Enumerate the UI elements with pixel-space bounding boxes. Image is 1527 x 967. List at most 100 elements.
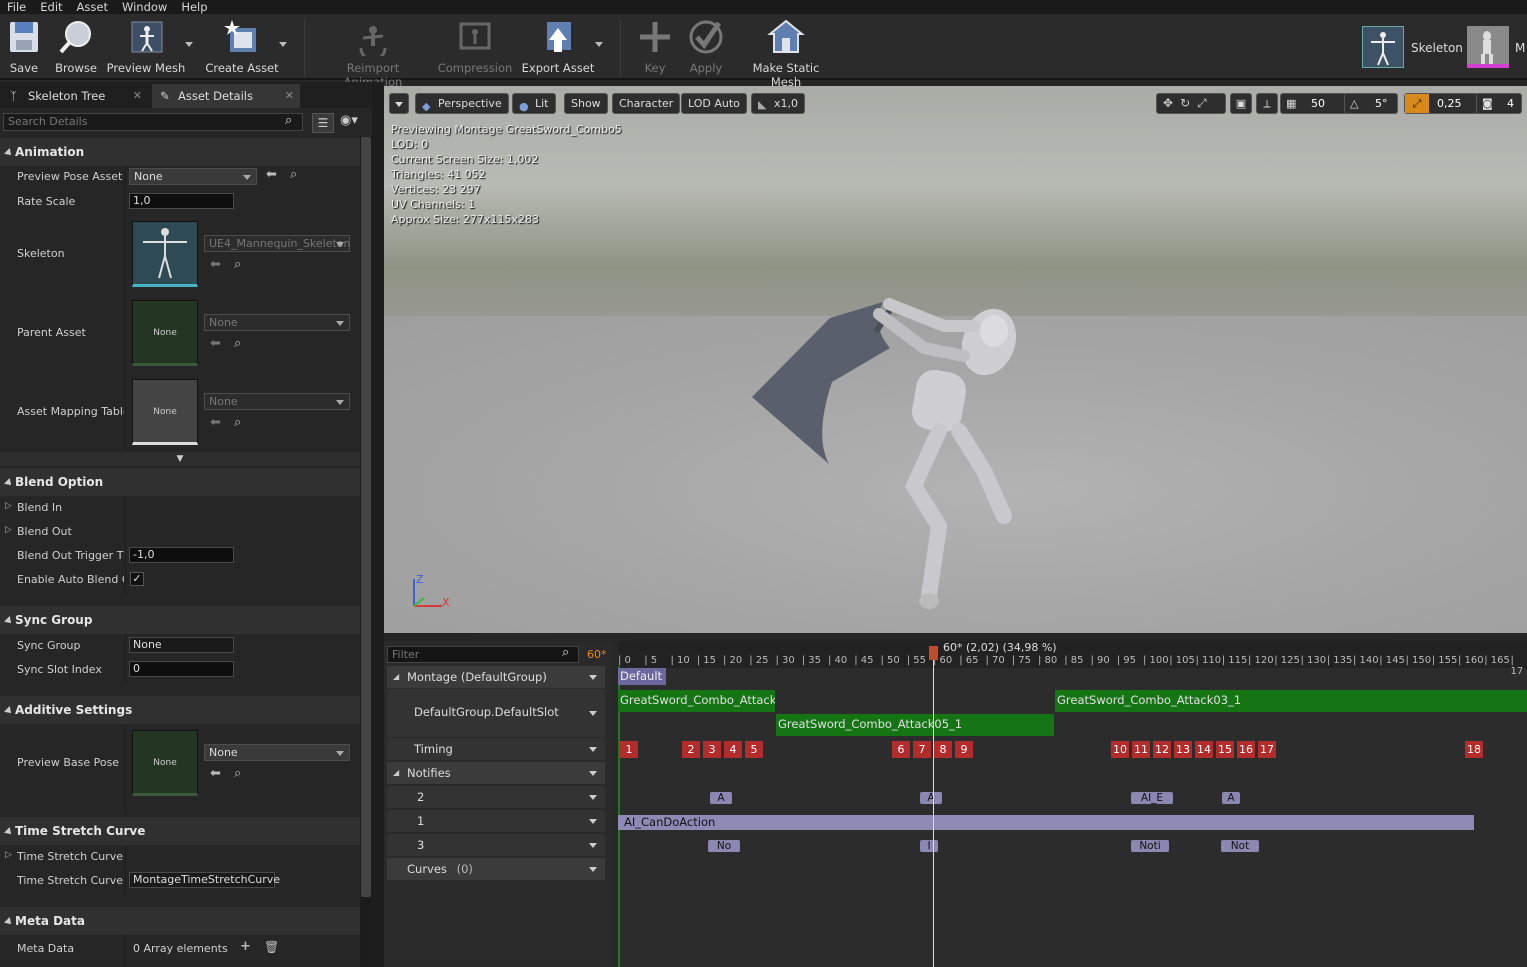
compression-button[interactable]: Compression — [436, 18, 514, 75]
lit-button[interactable]: ● Lit — [512, 93, 556, 114]
use-selected-arrow-icon[interactable]: ⬅ — [210, 336, 221, 351]
asset-mapping-thumbnail[interactable]: None — [132, 379, 198, 445]
enable-auto-blend-checkbox[interactable]: ✓ — [130, 572, 144, 586]
montage-segment[interactable]: GreatSword_Combo_Attack — [618, 690, 775, 712]
track-montage[interactable]: ◢ Montage (DefaultGroup) — [387, 666, 605, 688]
asset-mapping-combo[interactable]: None — [204, 393, 350, 410]
skeleton-combo[interactable]: UE4_Mannequin_Skeleton — [204, 235, 351, 252]
browse-search-icon[interactable]: ⌕ — [234, 336, 241, 351]
menu-asset[interactable]: Asset — [70, 0, 115, 14]
add-element-icon[interactable]: + — [240, 939, 251, 954]
timing-marker[interactable]: 13 — [1174, 741, 1192, 758]
timing-marker[interactable]: 3 — [703, 741, 721, 758]
timing-marker[interactable]: 14 — [1195, 741, 1213, 758]
timing-marker[interactable]: 6 — [892, 741, 910, 758]
timing-marker[interactable]: 10 — [1111, 741, 1129, 758]
track-filter-input[interactable]: Filter — [387, 646, 579, 663]
visibility-eye-icon[interactable]: ◉▾ — [340, 113, 358, 128]
apply-button[interactable]: Apply — [686, 18, 726, 75]
montage-segment[interactable]: GreatSword_Combo_Attack05_1 — [776, 714, 1054, 736]
timing-marker[interactable]: 8 — [934, 741, 952, 758]
timing-marker[interactable]: 17 — [1258, 741, 1276, 758]
browse-search-icon[interactable]: ⌕ — [234, 415, 241, 430]
menu-window[interactable]: Window — [115, 0, 174, 14]
track-notify-1[interactable]: 1 — [387, 810, 605, 832]
collapse-arrow-icon[interactable]: ◢ — [393, 762, 399, 784]
chevron-down-icon[interactable] — [589, 819, 597, 824]
timing-marker[interactable]: 11 — [1132, 741, 1150, 758]
grid-snap-group[interactable]: ▦ 50 — [1280, 93, 1352, 114]
skeleton-thumbnail[interactable] — [132, 221, 198, 287]
coordinate-system-button[interactable]: ▣ — [1230, 93, 1252, 114]
search-details-input[interactable]: Search Details — [3, 113, 303, 131]
tab-skeleton-tree[interactable]: ᛉ Skeleton Tree ✕ — [2, 84, 148, 108]
scrollbar-thumb[interactable] — [361, 137, 371, 897]
use-selected-arrow-icon[interactable]: ⬅ — [210, 415, 221, 430]
search-icon[interactable]: ⌕ — [562, 645, 569, 660]
advanced-expand-icon[interactable]: ▼ — [0, 452, 360, 466]
skeleton-mode-button[interactable] — [1362, 26, 1404, 68]
notify-item[interactable]: Noti — [1131, 840, 1169, 852]
tab-asset-details[interactable]: ✎ Asset Details ✕ — [152, 84, 300, 108]
close-icon[interactable]: ✕ — [285, 84, 294, 108]
translate-icon[interactable]: ✥ — [1163, 96, 1180, 110]
delete-trash-icon[interactable]: 🗑 — [264, 940, 279, 954]
timing-marker[interactable]: 5 — [745, 741, 763, 758]
timing-marker[interactable]: 16 — [1237, 741, 1255, 758]
chevron-down-icon[interactable] — [589, 867, 597, 872]
notify-item[interactable]: Not — [1221, 840, 1259, 852]
notify-item[interactable]: A — [1222, 792, 1240, 804]
chevron-down-icon[interactable] — [589, 711, 597, 716]
section-additive-settings[interactable]: Additive Settings — [0, 696, 360, 724]
preview-pose-asset-combo[interactable]: None — [129, 168, 257, 185]
rotate-icon[interactable]: ↻ — [1180, 96, 1197, 110]
rotation-snap-group[interactable]: △ 5° — [1344, 93, 1398, 114]
parent-asset-combo[interactable]: None — [204, 314, 350, 331]
notify-item[interactable]: AI_E — [1131, 792, 1173, 804]
export-asset-button[interactable]: Export Asset — [520, 18, 596, 75]
browse-search-icon[interactable]: ⌕ — [234, 766, 241, 781]
time-stretch-curve-name-input[interactable]: MontageTimeStretchCurve — [129, 872, 280, 888]
timeline-area[interactable]: | 0 | 5 | 10 | 15 | 20 | 25 | 30 | 35 | 40 | 45 | … — [618, 641, 1527, 967]
save-button[interactable]: Save — [4, 18, 44, 75]
timing-marker[interactable]: 18 — [1465, 741, 1483, 758]
preview-mesh-button[interactable]: Preview Mesh — [106, 18, 186, 75]
sync-slot-index-input[interactable]: 0 — [129, 661, 234, 677]
viewport-options-dropdown[interactable] — [389, 93, 409, 114]
transform-tools-group[interactable]: ✥↻⤢ — [1156, 93, 1226, 114]
show-button[interactable]: Show — [564, 93, 608, 114]
use-selected-arrow-icon[interactable]: ⬅ — [210, 257, 221, 272]
expand-arrow-icon[interactable]: ▷ — [5, 501, 12, 511]
section-blend-option[interactable]: Blend Option — [0, 468, 360, 496]
close-icon[interactable]: ✕ — [133, 84, 142, 108]
panel-splitter[interactable] — [372, 82, 384, 967]
playhead-line[interactable] — [933, 653, 934, 967]
browse-search-icon[interactable]: ⌕ — [290, 167, 297, 182]
make-static-mesh-button[interactable]: Make Static Mesh — [736, 18, 836, 89]
create-asset-button[interactable]: Create Asset — [204, 18, 280, 75]
chevron-down-icon[interactable] — [589, 747, 597, 752]
sync-group-input[interactable]: None — [129, 637, 234, 653]
notify-item[interactable]: No — [708, 840, 740, 852]
track-curves[interactable]: Curves (0) — [387, 858, 605, 880]
section-animation[interactable]: Animation — [0, 138, 360, 166]
notify-item[interactable]: A — [710, 792, 732, 804]
preview-base-pose-combo[interactable]: None — [204, 744, 350, 761]
menu-file[interactable]: File — [0, 0, 33, 14]
track-notifies[interactable]: ◢ Notifies — [387, 762, 605, 784]
timing-marker[interactable]: 7 — [913, 741, 931, 758]
montage-segment[interactable]: GreatSword_Combo_Attack03_1 — [1055, 690, 1527, 712]
use-selected-arrow-icon[interactable]: ⬅ — [266, 167, 277, 182]
timing-marker[interactable]: 9 — [955, 741, 973, 758]
playback-speed-button[interactable]: ◣ x1,0 — [751, 93, 806, 114]
notify-item[interactable]: I — [920, 840, 938, 852]
track-default-slot[interactable]: DefaultGroup.DefaultSlot — [387, 689, 605, 737]
section-time-stretch-curve[interactable]: Time Stretch Curve — [0, 817, 360, 845]
use-selected-arrow-icon[interactable]: ⬅ — [210, 766, 221, 781]
character-button[interactable]: Character — [612, 93, 681, 114]
surface-snap-button[interactable]: ⟂ — [1256, 93, 1278, 114]
parent-asset-thumbnail[interactable]: None — [132, 300, 198, 366]
section-meta-data[interactable]: Meta Data — [0, 907, 360, 935]
playhead-handle[interactable] — [929, 646, 938, 660]
chevron-down-icon[interactable] — [589, 795, 597, 800]
